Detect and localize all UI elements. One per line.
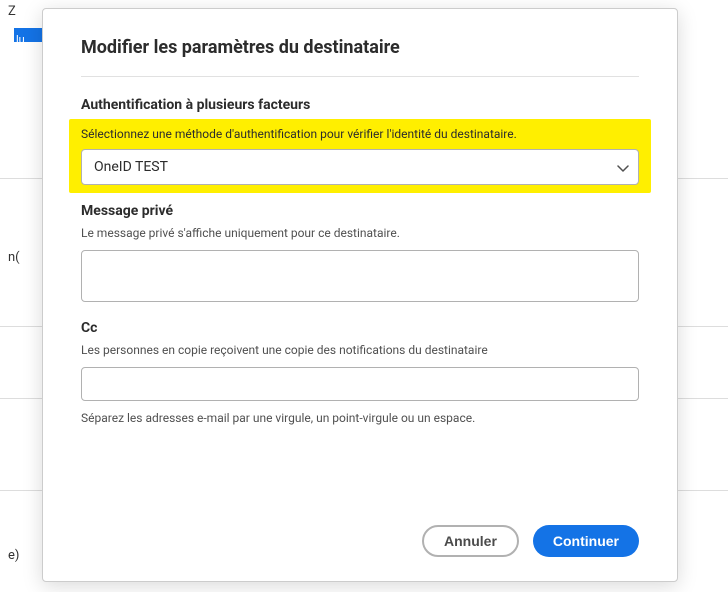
auth-section: Authentification à plusieurs facteurs Sé… (81, 97, 639, 193)
cc-help: Les personnes en copie reçoivent une cop… (81, 342, 639, 359)
modal-title: Modifier les paramètres du destinataire (81, 37, 639, 77)
auth-method-select-wrapper: OneID TEST (81, 149, 639, 185)
bg-blue-chip: lu (14, 28, 42, 42)
cc-heading: Cc (81, 320, 639, 336)
bg-text: e) (8, 548, 19, 563)
auth-heading: Authentification à plusieurs facteurs (81, 97, 639, 113)
bg-text: Z (8, 4, 16, 19)
cc-section: Cc Les personnes en copie reçoivent une … (81, 320, 639, 425)
private-message-heading: Message privé (81, 203, 639, 219)
auth-method-selected-value: OneID TEST (94, 159, 168, 175)
modal-footer: Annuler Continuer (81, 505, 639, 557)
auth-highlight: Sélectionnez une méthode d'authentificat… (69, 119, 651, 193)
bg-text: n( (8, 250, 20, 265)
continue-button[interactable]: Continuer (533, 525, 639, 557)
auth-help-text: Sélectionnez une méthode d'authentificat… (81, 127, 639, 141)
auth-method-select[interactable]: OneID TEST (81, 149, 639, 185)
cc-hint: Séparez les adresses e-mail par une virg… (81, 411, 639, 425)
private-message-help: Le message privé s'affiche uniquement po… (81, 225, 639, 242)
cancel-button[interactable]: Annuler (422, 525, 519, 557)
recipient-settings-modal: Modifier les paramètres du destinataire … (42, 8, 678, 582)
private-message-section: Message privé Le message privé s'affiche… (81, 203, 639, 306)
private-message-input[interactable] (81, 250, 639, 302)
cc-input[interactable] (81, 367, 639, 401)
